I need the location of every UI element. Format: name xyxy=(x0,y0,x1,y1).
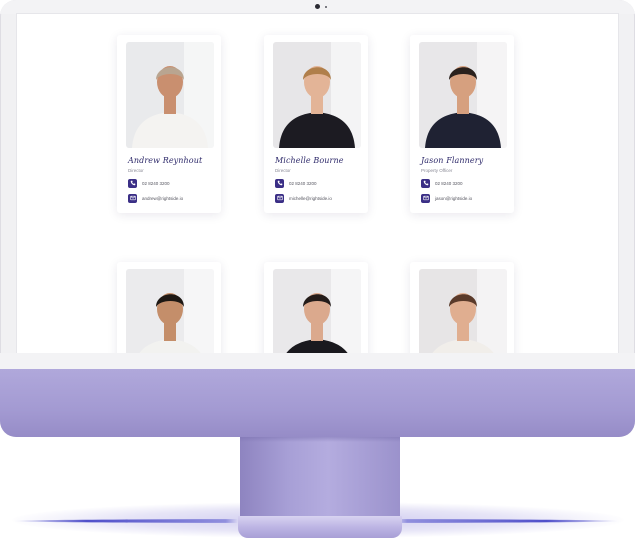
monitor-bottom-bezel xyxy=(0,353,635,369)
team-card[interactable] xyxy=(117,262,221,353)
team-card[interactable] xyxy=(410,262,514,353)
team-photo xyxy=(273,269,361,353)
phone-link[interactable]: 02 8240 3200 xyxy=(421,178,463,188)
monitor-chin xyxy=(0,369,635,437)
team-member-name[interactable]: Andrew Reynhout xyxy=(128,156,202,165)
team-card[interactable]: Michelle Bourne Director 02 8240 3200 miche… xyxy=(264,35,368,213)
phone-link[interactable]: 02 8240 3200 xyxy=(275,178,317,188)
phone-text: 02 8240 3200 xyxy=(142,180,170,186)
screen: Andrew Reynhout Director 02 8240 3200 andre… xyxy=(17,14,618,353)
email-icon xyxy=(128,193,137,203)
team-member-name[interactable]: Michelle Bourne xyxy=(275,156,344,165)
email-icon xyxy=(275,193,284,203)
team-photo xyxy=(126,269,214,353)
phone-link[interactable]: 02 8240 3200 xyxy=(128,178,170,188)
email-text: michelle@rightside.io xyxy=(289,195,332,201)
phone-text: 02 8240 3200 xyxy=(435,180,463,186)
team-photo xyxy=(273,42,361,148)
monitor: Andrew Reynhout Director 02 8240 3200 andre… xyxy=(0,0,635,437)
team-member-name[interactable]: Jason Flannery xyxy=(421,156,483,165)
team-card[interactable]: Jason Flannery Property Officer 02 8240 32… xyxy=(410,35,514,213)
monitor-stand xyxy=(240,432,400,518)
email-icon xyxy=(421,193,430,203)
email-text: andrew@rightside.io xyxy=(142,195,184,201)
team-card[interactable]: Andrew Reynhout Director 02 8240 3200 andre… xyxy=(117,35,221,213)
team-photo xyxy=(419,269,507,353)
phone-icon xyxy=(275,178,284,188)
email-link[interactable]: jason@rightside.io xyxy=(421,193,472,203)
phone-icon xyxy=(128,178,137,188)
monitor-foot xyxy=(238,516,402,538)
team-photo xyxy=(419,42,507,148)
team-photo xyxy=(126,42,214,148)
team-card[interactable] xyxy=(264,262,368,353)
camera-icon xyxy=(315,4,320,9)
team-member-role: Property Officer xyxy=(421,168,453,173)
team-member-role: Director xyxy=(128,168,144,173)
phone-text: 02 8240 3200 xyxy=(289,180,317,186)
team-member-role: Director xyxy=(275,168,291,173)
email-link[interactable]: michelle@rightside.io xyxy=(275,193,332,203)
sensor-dot xyxy=(325,6,327,8)
phone-icon xyxy=(421,178,430,188)
email-link[interactable]: andrew@rightside.io xyxy=(128,193,183,203)
email-text: jason@rightside.io xyxy=(435,195,473,201)
